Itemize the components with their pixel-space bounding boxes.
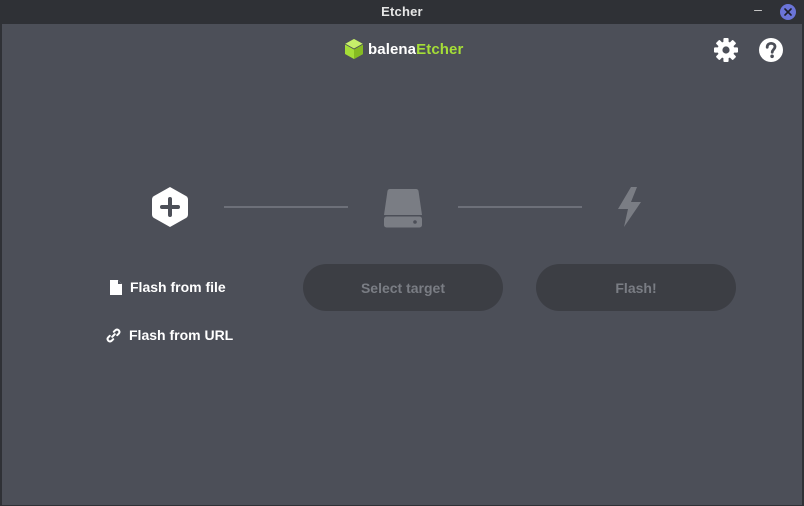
- flash-from-url-button[interactable]: Flash from URL: [106, 327, 233, 343]
- help-icon: [759, 38, 783, 62]
- lightning-icon: [618, 187, 641, 227]
- flash-from-file-label: Flash from file: [130, 279, 226, 295]
- flash-from-file-button[interactable]: Flash from file: [110, 279, 226, 295]
- help-button[interactable]: [758, 37, 784, 63]
- brand-suffix: Etcher: [416, 40, 464, 58]
- select-target-button[interactable]: Select target: [303, 264, 503, 311]
- flash-button[interactable]: Flash!: [536, 264, 736, 311]
- flash-label: Flash!: [615, 279, 657, 296]
- flash-from-url-label: Flash from URL: [129, 327, 234, 343]
- step-connector-1: [224, 206, 348, 208]
- balena-etcher-logo: balenaEtcher: [344, 38, 463, 60]
- plus-hexagon-icon: [152, 187, 188, 227]
- minimize-button[interactable]: –: [751, 2, 765, 17]
- select-target-label: Select target: [360, 279, 446, 296]
- cube-logo-icon: [344, 39, 364, 59]
- link-icon: [106, 328, 121, 342]
- settings-button[interactable]: [713, 37, 739, 63]
- drive-icon: [384, 189, 422, 228]
- file-icon: [110, 279, 122, 295]
- gear-icon: [714, 38, 738, 62]
- step-connector-2: [458, 206, 582, 208]
- source-step-icon[interactable]: [151, 185, 189, 234]
- flash-step-icon: [615, 186, 643, 233]
- app-body: balenaEtcher Flash from file Flash from …: [2, 24, 802, 505]
- target-step-icon: [383, 187, 423, 234]
- close-icon: [784, 8, 792, 16]
- brand-prefix: balena: [368, 40, 417, 58]
- brand-wordmark: balenaEtcher: [368, 41, 463, 58]
- window-titlebar: Etcher –: [0, 0, 804, 24]
- close-button[interactable]: [780, 4, 796, 20]
- window-title: Etcher: [381, 4, 423, 19]
